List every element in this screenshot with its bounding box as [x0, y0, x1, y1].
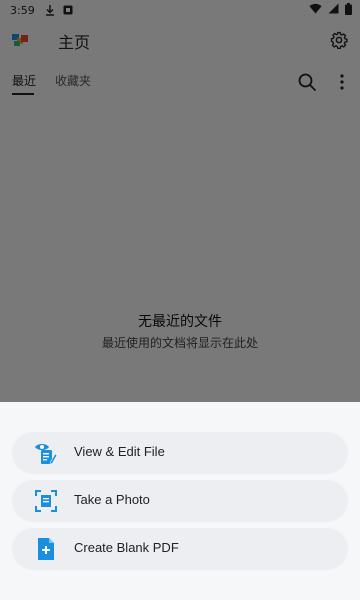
bottom-sheet: View & Edit File Take a Photo Create Bla… — [0, 402, 360, 600]
take-photo-button[interactable]: Take a Photo — [12, 480, 348, 522]
create-pdf-icon — [34, 537, 58, 561]
home-screen: 3:59 主页 — [0, 0, 360, 600]
take-photo-label: Take a Photo — [74, 492, 150, 507]
create-blank-pdf-button[interactable]: Create Blank PDF — [12, 528, 348, 570]
camera-scan-icon — [34, 489, 58, 513]
dim-overlay[interactable] — [0, 0, 360, 402]
view-edit-file-button[interactable]: View & Edit File — [12, 432, 348, 474]
view-edit-file-label: View & Edit File — [74, 444, 165, 459]
view-edit-file-icon — [34, 441, 58, 465]
create-blank-pdf-label: Create Blank PDF — [74, 540, 179, 555]
